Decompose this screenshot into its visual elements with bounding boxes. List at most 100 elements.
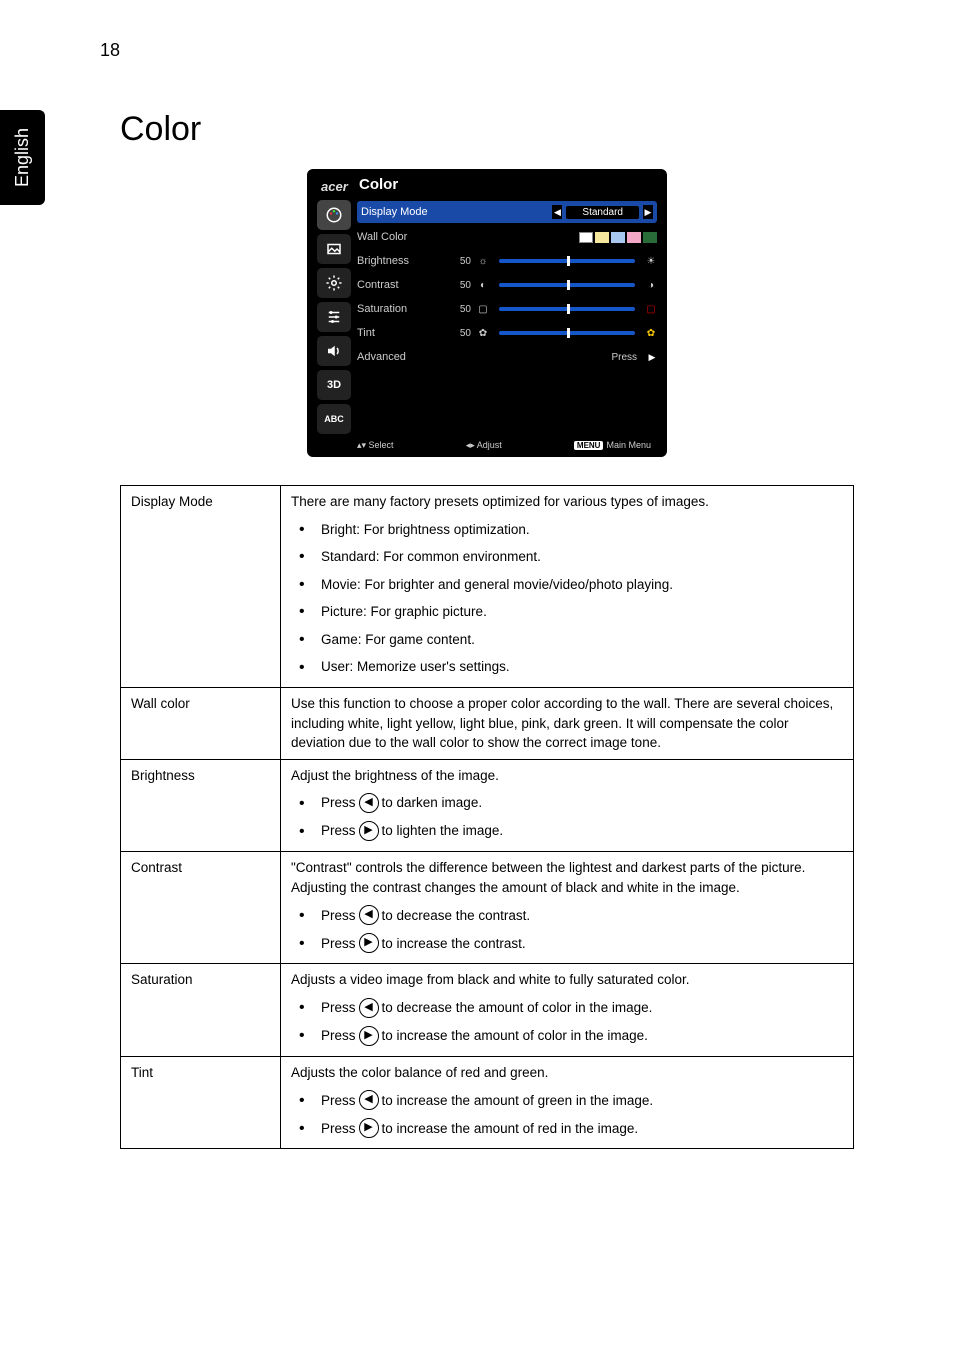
left-triangle-icon: ◀ bbox=[359, 1090, 379, 1110]
right-arrow-icon[interactable]: ▶ bbox=[643, 205, 653, 219]
row-desc: Adjusts the color balance of red and gre… bbox=[281, 1056, 854, 1149]
swatch-yellow bbox=[595, 232, 609, 243]
sat-low-icon: ▢ bbox=[477, 304, 489, 315]
slider[interactable] bbox=[499, 283, 635, 287]
image-icon bbox=[325, 240, 343, 258]
osd-label: Advanced bbox=[357, 351, 447, 363]
osd-action: Press bbox=[611, 352, 637, 363]
row-name: Wall color bbox=[121, 687, 281, 759]
osd-row-saturation[interactable]: Saturation 50 ▢ ▢ bbox=[357, 299, 657, 319]
palette-icon bbox=[325, 206, 343, 224]
right-triangle-icon: ▶ bbox=[359, 933, 379, 953]
list-item: Press ▶ to increase the contrast. bbox=[291, 929, 843, 957]
list-item: Press ▶ to lighten the image. bbox=[291, 817, 843, 845]
abc-icon: ABC bbox=[324, 414, 344, 424]
osd-label: Contrast bbox=[357, 279, 447, 291]
osd-row-tint[interactable]: Tint 50 ✿ ✿ bbox=[357, 323, 657, 343]
slider[interactable] bbox=[499, 307, 635, 311]
osd-tab-audio[interactable] bbox=[317, 336, 351, 366]
contrast-high-icon: ◑ bbox=[645, 280, 657, 291]
row-name: Display Mode bbox=[121, 486, 281, 688]
sat-high-icon: ▢ bbox=[645, 304, 657, 315]
swatch-pink bbox=[627, 232, 641, 243]
swatch-white bbox=[579, 232, 593, 243]
osd-tab-image[interactable] bbox=[317, 234, 351, 264]
list-item: Press ◀ to decrease the amount of color … bbox=[291, 994, 843, 1022]
osd-num: 50 bbox=[453, 328, 471, 339]
footer-select: ▴▾ Select bbox=[357, 440, 394, 451]
osd-row-brightness[interactable]: Brightness 50 ☼ ☀ bbox=[357, 251, 657, 271]
table-row: Contrast "Contrast" controls the differe… bbox=[121, 852, 854, 964]
spec-table: Display Mode There are many factory pres… bbox=[120, 485, 854, 1149]
row-name: Saturation bbox=[121, 964, 281, 1057]
intro-text: Adjusts the color balance of red and gre… bbox=[291, 1063, 843, 1083]
sun-dim-icon: ☼ bbox=[477, 256, 489, 267]
right-triangle-icon: ▶ bbox=[359, 1026, 379, 1046]
osd-logo: acer bbox=[321, 179, 348, 194]
table-row: Tint Adjusts the color balance of red an… bbox=[121, 1056, 854, 1149]
three-d-icon: 3D bbox=[327, 379, 341, 391]
osd-label: Tint bbox=[357, 327, 447, 339]
osd-row-wall-color[interactable]: Wall Color bbox=[357, 227, 657, 247]
osd-row-contrast[interactable]: Contrast 50 ◐ ◑ bbox=[357, 275, 657, 295]
speaker-icon bbox=[325, 342, 343, 360]
osd-label: Brightness bbox=[357, 255, 447, 267]
tint-low-icon: ✿ bbox=[477, 328, 489, 339]
table-row: Brightness Adjust the brightness of the … bbox=[121, 759, 854, 852]
footer-adjust: ◂▸ Adjust bbox=[466, 440, 502, 451]
sun-bright-icon: ☀ bbox=[645, 256, 657, 267]
language-label: English bbox=[12, 128, 33, 187]
osd-tab-setting[interactable] bbox=[317, 268, 351, 298]
page-number: 18 bbox=[100, 40, 120, 61]
color-swatches bbox=[579, 232, 657, 243]
osd-num: 50 bbox=[453, 304, 471, 315]
osd-label: Wall Color bbox=[357, 231, 447, 243]
row-name: Brightness bbox=[121, 759, 281, 852]
intro-text: Adjusts a video image from black and whi… bbox=[291, 970, 843, 990]
osd-tab-management[interactable] bbox=[317, 302, 351, 332]
right-triangle-icon: ▶ bbox=[359, 821, 379, 841]
slider[interactable] bbox=[499, 331, 635, 335]
intro-text: There are many factory presets optimized… bbox=[291, 492, 843, 512]
row-desc: There are many factory presets optimized… bbox=[281, 486, 854, 688]
osd-sidebar: 3D ABC bbox=[317, 200, 351, 434]
osd-tab-3d[interactable]: 3D bbox=[317, 370, 351, 400]
osd-tab-color[interactable] bbox=[317, 200, 351, 230]
left-triangle-icon: ◀ bbox=[359, 793, 379, 813]
table-row: Saturation Adjusts a video image from bl… bbox=[121, 964, 854, 1057]
tint-high-icon: ✿ bbox=[645, 328, 657, 339]
osd-title: Color bbox=[359, 176, 398, 193]
intro-text: "Contrast" controls the difference betwe… bbox=[291, 858, 843, 897]
row-desc: Use this function to choose a proper col… bbox=[281, 687, 854, 759]
osd-row-advanced[interactable]: Advanced Press ▶ bbox=[357, 347, 657, 367]
list-item: Press ◀ to decrease the contrast. bbox=[291, 901, 843, 929]
list-item: Press ◀ to increase the amount of green … bbox=[291, 1086, 843, 1114]
contrast-low-icon: ◐ bbox=[477, 280, 489, 291]
table-row: Wall color Use this function to choose a… bbox=[121, 687, 854, 759]
list-item: Bright: For brightness optimization. bbox=[291, 516, 843, 544]
osd-tab-language[interactable]: ABC bbox=[317, 404, 351, 434]
slider[interactable] bbox=[499, 259, 635, 263]
osd-row-display-mode[interactable]: Display Mode ◀ Standard ▶ bbox=[357, 201, 657, 223]
swatch-green bbox=[643, 232, 657, 243]
right-triangle-icon: ▶ bbox=[359, 1118, 379, 1138]
right-arrow-icon[interactable]: ▶ bbox=[647, 350, 657, 364]
osd-label: Display Mode bbox=[361, 206, 451, 218]
osd-panel: acer bbox=[307, 169, 667, 457]
sliders-icon bbox=[325, 308, 343, 326]
list-item: Movie: For brighter and general movie/vi… bbox=[291, 571, 843, 599]
left-triangle-icon: ◀ bbox=[359, 905, 379, 925]
gear-icon bbox=[325, 274, 343, 292]
list-item: Game: For game content. bbox=[291, 626, 843, 654]
left-arrow-icon[interactable]: ◀ bbox=[552, 205, 562, 219]
row-name: Tint bbox=[121, 1056, 281, 1149]
row-desc: Adjusts a video image from black and whi… bbox=[281, 964, 854, 1057]
row-name: Contrast bbox=[121, 852, 281, 964]
table-row: Display Mode There are many factory pres… bbox=[121, 486, 854, 688]
swatch-blue bbox=[611, 232, 625, 243]
osd-num: 50 bbox=[453, 280, 471, 291]
language-tab: English bbox=[0, 110, 45, 205]
osd-num: 50 bbox=[453, 256, 471, 267]
intro-text: Adjust the brightness of the image. bbox=[291, 766, 843, 786]
left-triangle-icon: ◀ bbox=[359, 998, 379, 1018]
